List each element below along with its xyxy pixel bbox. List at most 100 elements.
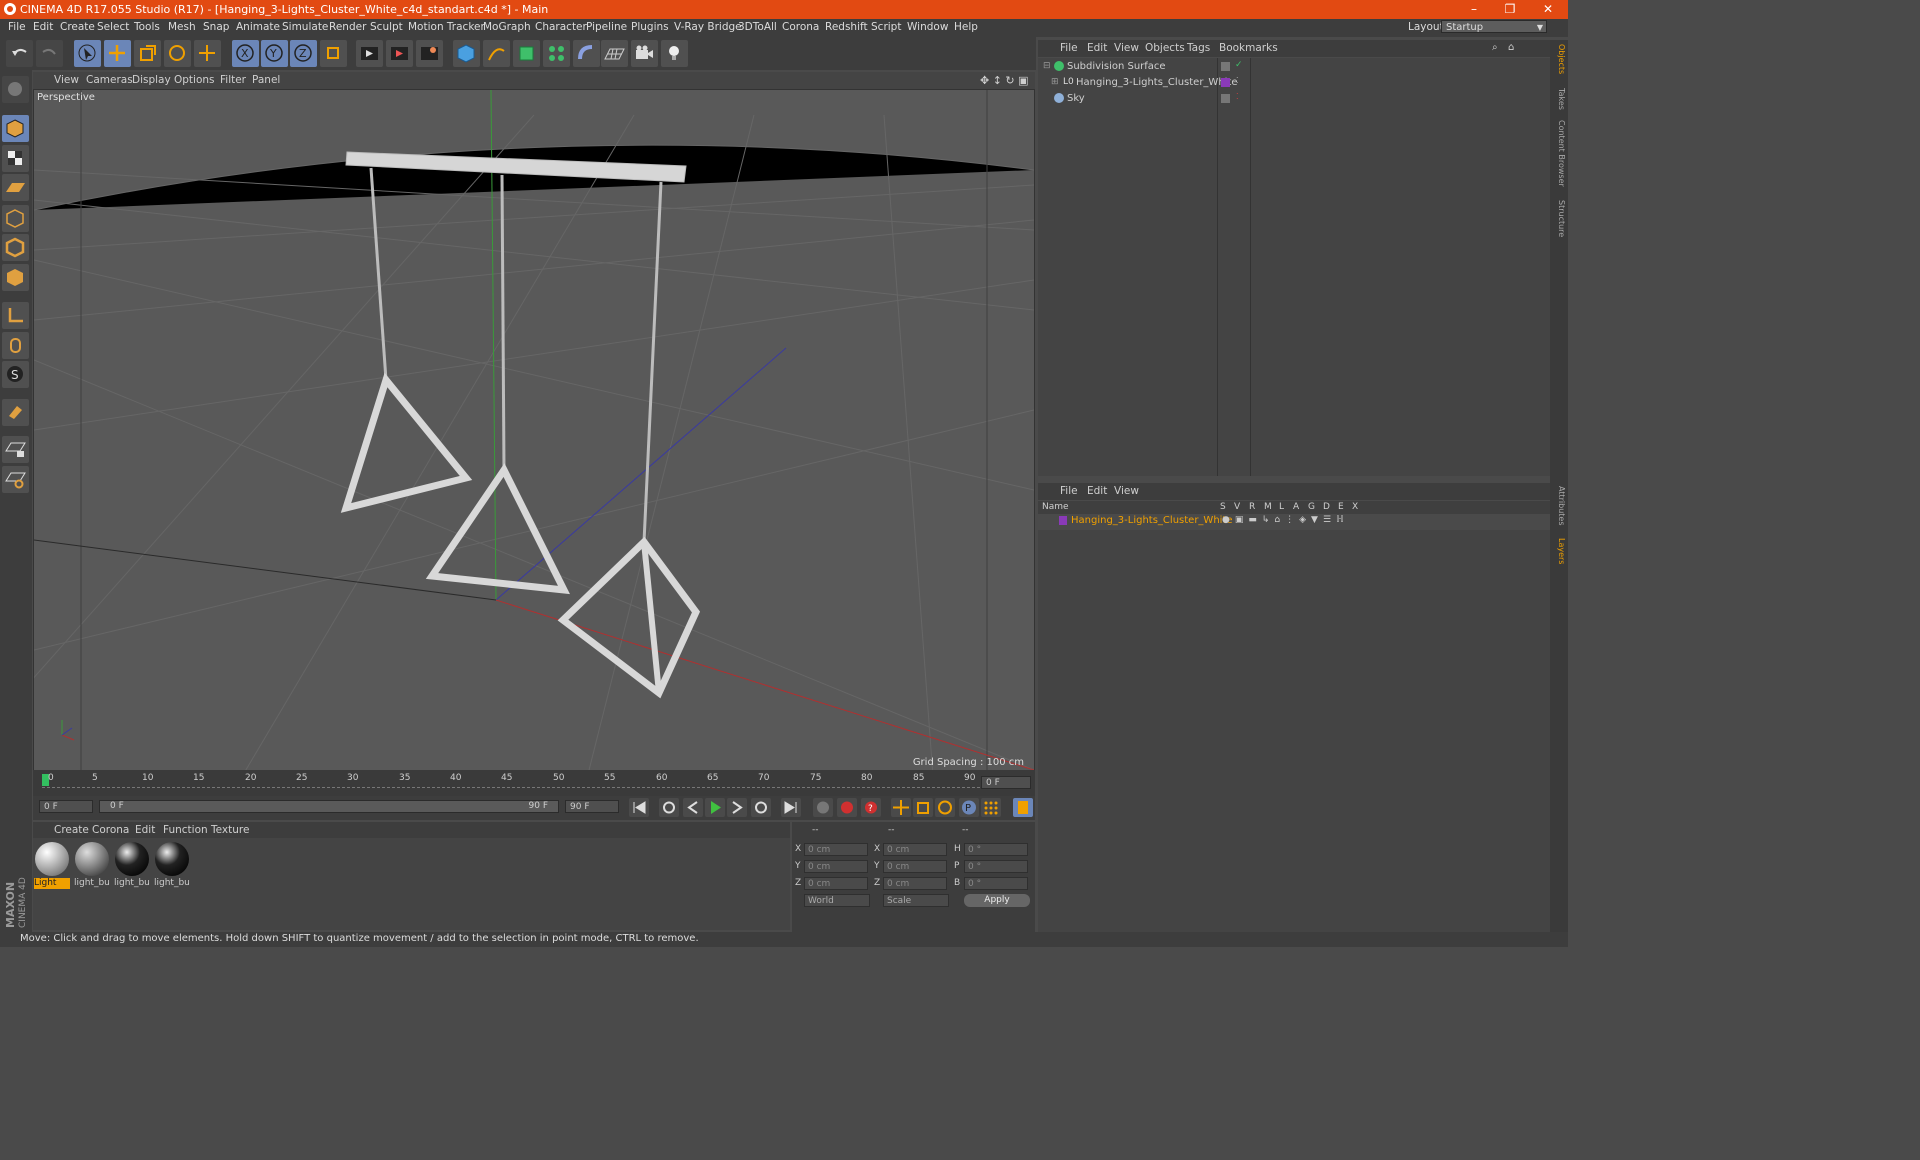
viewport-menu-options[interactable]: Options <box>174 74 215 86</box>
size-mode-select[interactable]: Scale <box>883 894 949 907</box>
redo-button[interactable] <box>36 40 63 67</box>
parameter-key-button[interactable]: P <box>959 798 979 817</box>
tab-content-browser[interactable]: Content Browser <box>1552 120 1566 187</box>
viewport-nav-icons[interactable]: ✥ ↕ ↻ ▣ <box>980 74 1029 87</box>
close-button[interactable]: ✕ <box>1530 0 1566 19</box>
material-swatch[interactable]: light_bu <box>154 841 190 889</box>
viewport-menu-filter[interactable]: Filter <box>220 74 246 86</box>
menu-pipeline[interactable]: Pipeline <box>586 21 627 33</box>
search-icon[interactable]: ⌕ <box>1492 42 1498 53</box>
rotation-p-field[interactable]: 0 ° <box>964 860 1028 873</box>
object-menu-view[interactable]: View <box>1114 42 1139 54</box>
previous-frame-button[interactable] <box>683 798 703 817</box>
menu-redshift[interactable]: Redshift <box>825 21 868 33</box>
column-xrefs[interactable]: X <box>1352 502 1358 512</box>
lock-workplane-button[interactable] <box>2 436 29 463</box>
start-frame-field[interactable]: 0 F <box>39 800 93 813</box>
material-menu-create[interactable]: Create <box>54 824 89 836</box>
polygons-mode-button[interactable] <box>2 264 29 291</box>
rotate-tool-button[interactable] <box>164 40 191 67</box>
menu-select[interactable]: Select <box>97 21 129 33</box>
column-render[interactable]: R <box>1249 502 1255 512</box>
magnet-button[interactable] <box>2 399 29 426</box>
position-y-field[interactable]: 0 cm <box>804 860 868 873</box>
menu-file[interactable]: File <box>8 21 26 33</box>
menu-sculpt[interactable]: Sculpt <box>370 21 403 33</box>
tab-structure[interactable]: Structure <box>1552 200 1566 237</box>
point-level-key-button[interactable] <box>981 798 1001 817</box>
size-x-field[interactable]: 0 cm <box>883 843 947 856</box>
workplane-rotate-button[interactable] <box>2 466 29 493</box>
go-to-start-button[interactable] <box>629 798 649 817</box>
material-menu-edit[interactable]: Edit <box>135 824 155 836</box>
record-keys-button[interactable] <box>813 798 833 817</box>
next-frame-button[interactable] <box>727 798 747 817</box>
texture-mode-button[interactable] <box>2 145 29 172</box>
size-y-field[interactable]: 0 cm <box>883 860 947 873</box>
material-swatch[interactable]: light_bu <box>74 841 110 889</box>
object-menu-edit[interactable]: Edit <box>1087 42 1107 54</box>
autokey-button[interactable] <box>837 798 857 817</box>
next-keyframe-button[interactable] <box>751 798 771 817</box>
render-view-button[interactable] <box>356 40 383 67</box>
menu-vray-bridge[interactable]: V-Ray Bridge <box>674 21 742 33</box>
camera-button[interactable] <box>631 40 658 67</box>
menu-edit[interactable]: Edit <box>33 21 53 33</box>
collapse-icon[interactable]: ⊟ <box>1043 61 1051 71</box>
tree-row[interactable]: ⊞ L0 Hanging_3-Lights_Cluster_White ⁚ <box>1038 76 1550 92</box>
menu-window[interactable]: Window <box>907 21 948 33</box>
rotation-b-field[interactable]: 0 ° <box>964 877 1028 890</box>
workplane-mode-button[interactable] <box>2 174 29 201</box>
menu-help[interactable]: Help <box>954 21 978 33</box>
play-button[interactable] <box>705 798 725 817</box>
frame-range-slider[interactable]: 0 F 90 F <box>99 800 559 813</box>
layout-select[interactable]: Startup ▼ <box>1441 20 1547 33</box>
cube-object-button[interactable] <box>453 40 480 67</box>
move-tool-button[interactable] <box>104 40 131 67</box>
material-menu-function[interactable]: Function <box>163 824 208 836</box>
visibility-dots-icon[interactable]: ⁚ <box>1236 76 1239 85</box>
visibility-dots-icon[interactable]: ⁚ <box>1236 92 1239 101</box>
object-menu-objects[interactable]: Objects <box>1145 42 1185 54</box>
points-mode-button[interactable] <box>2 205 29 232</box>
object-menu-bookmarks[interactable]: Bookmarks <box>1219 42 1278 54</box>
viewport-menu-display[interactable]: Display <box>132 74 171 86</box>
menu-motion-tracker[interactable]: Motion Tracker <box>408 21 485 33</box>
position-x-field[interactable]: 0 cm <box>804 843 868 856</box>
layer-flag-icons[interactable]: ●▣▬↳⌂⋮◈▼☰ℍ <box>1222 515 1349 525</box>
column-solo[interactable]: S <box>1220 502 1226 512</box>
viewport-menu-cameras[interactable]: Cameras <box>86 74 133 86</box>
menu-simulate[interactable]: Simulate <box>282 21 328 33</box>
subdivision-surface-button[interactable] <box>513 40 540 67</box>
timeline-ruler[interactable]: 0 5 10 15 20 25 30 35 40 45 50 55 60 65 … <box>33 770 1035 796</box>
material-menu-texture[interactable]: Texture <box>211 824 249 836</box>
make-editable-button[interactable] <box>2 76 29 103</box>
model-mode-button[interactable] <box>2 115 29 142</box>
object-menu-file[interactable]: File <box>1060 42 1078 54</box>
layer-menu-edit[interactable]: Edit <box>1087 485 1107 497</box>
menu-animate[interactable]: Animate <box>236 21 280 33</box>
scale-key-button[interactable] <box>913 798 933 817</box>
column-name[interactable]: Name <box>1042 502 1069 512</box>
menu-render[interactable]: Render <box>329 21 366 33</box>
perspective-viewport[interactable]: Perspective Grid Spacing : 100 cm <box>33 89 1035 771</box>
position-key-button[interactable] <box>891 798 911 817</box>
material-menu-corona[interactable]: Corona <box>92 824 129 836</box>
layer-row[interactable]: Hanging_3-Lights_Cluster_White ●▣▬↳⌂⋮◈▼☰… <box>1038 514 1550 530</box>
viewport-menu-panel[interactable]: Panel <box>252 74 280 86</box>
menu-script[interactable]: Script <box>871 21 901 33</box>
column-expressions[interactable]: E <box>1338 502 1344 512</box>
axis-mode-button[interactable] <box>2 302 29 329</box>
tree-row[interactable]: Sky ⁚ <box>1038 92 1550 108</box>
menu-tools[interactable]: Tools <box>134 21 160 33</box>
coordinate-system-button[interactable] <box>320 40 347 67</box>
menu-create[interactable]: Create <box>60 21 95 33</box>
live-selection-button[interactable] <box>74 40 101 67</box>
z-axis-lock-button[interactable]: Z <box>290 40 317 67</box>
column-manager[interactable]: M <box>1264 502 1272 512</box>
column-animation[interactable]: A <box>1293 502 1299 512</box>
viewport-menu-view[interactable]: View <box>54 74 79 86</box>
scale-tool-button[interactable] <box>134 40 161 67</box>
enabled-check-icon[interactable]: ✓ <box>1235 60 1243 70</box>
menu-mesh[interactable]: Mesh <box>168 21 196 33</box>
